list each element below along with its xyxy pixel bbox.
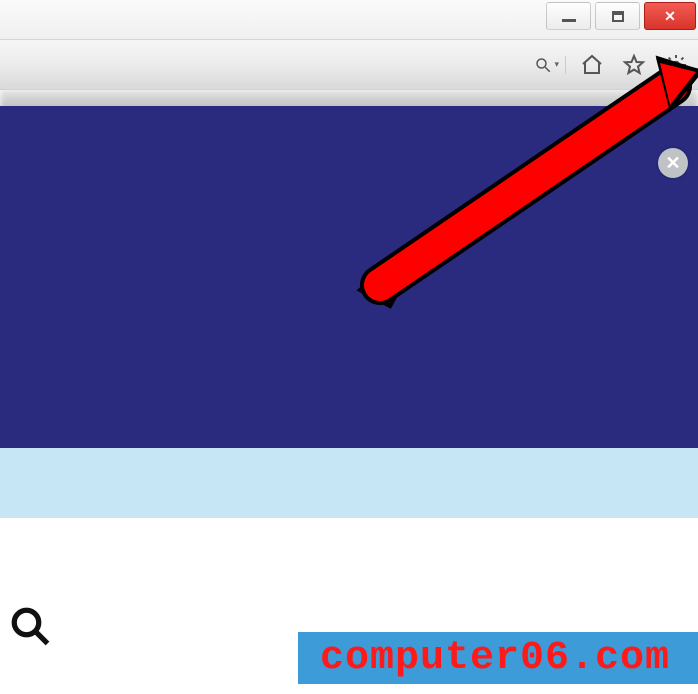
search-dropdown-icon: ▾ [554, 59, 559, 70]
minimize-button[interactable] [546, 2, 591, 30]
window-controls: ✕ [546, 2, 696, 30]
search-icon [534, 56, 552, 74]
close-icon: ✕ [665, 153, 680, 174]
home-icon [580, 53, 604, 77]
browser-toolbar: ▾ [0, 40, 698, 90]
window-titlebar: ✕ [0, 0, 698, 40]
tools-button[interactable] [660, 49, 692, 81]
content-lower-area: computer06.com [0, 518, 698, 694]
maximize-icon [612, 11, 624, 22]
search-icon [9, 605, 51, 647]
home-button[interactable] [576, 49, 608, 81]
page-search-button[interactable] [6, 602, 54, 650]
watermark-label: computer06.com [298, 632, 698, 684]
maximize-button[interactable] [595, 2, 640, 30]
close-window-button[interactable]: ✕ [644, 2, 696, 30]
watermark-text: computer06.com [320, 636, 670, 681]
star-icon [622, 53, 646, 77]
gear-icon [664, 53, 688, 77]
content-light-band [0, 448, 698, 518]
panel-close-button[interactable]: ✕ [658, 148, 688, 178]
toolbar-search-area[interactable]: ▾ [528, 56, 566, 74]
favorites-button[interactable] [618, 49, 650, 81]
content-dark-panel [0, 106, 698, 448]
minimize-icon [562, 19, 576, 22]
close-icon: ✕ [664, 8, 676, 25]
